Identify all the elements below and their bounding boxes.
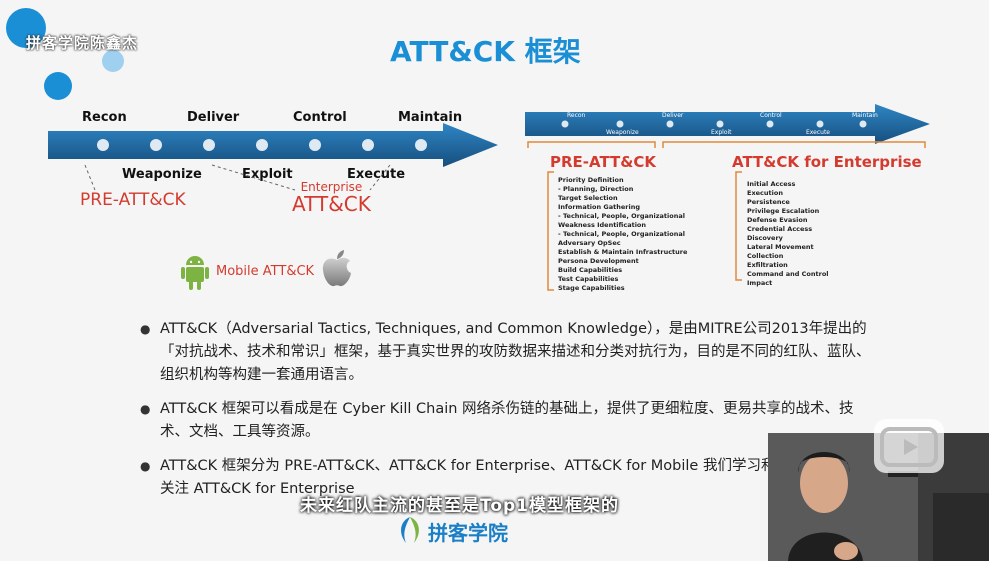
small-label-deliver: Deliver	[662, 112, 684, 119]
kill-chain-arrow-small	[525, 104, 930, 144]
list-item: Discovery	[747, 234, 783, 242]
list-item: - Technical, People, Organizational	[558, 230, 685, 238]
small-label-recon: Recon	[567, 112, 586, 119]
list-item: Information Gathering	[558, 203, 640, 211]
play-icon	[880, 427, 938, 467]
list-item: Credential Access	[747, 225, 813, 233]
list-item: Weakness Identification	[558, 221, 647, 229]
list-item: Impact	[747, 279, 773, 287]
decor-bubble-small	[44, 72, 72, 100]
small-label-execute: Execute	[806, 129, 830, 136]
small-label-control: Control	[760, 112, 782, 119]
list-item: Privilege Escalation	[747, 207, 820, 215]
slide: 拼客学院陈鑫杰 ATT&CK 框架 Recon Deliver Control …	[0, 0, 989, 561]
video-subtitle: 未来红队主流的甚至是Top1模型框架的	[300, 496, 620, 516]
label-recon: Recon	[82, 110, 127, 125]
list-item: Target Selection	[558, 194, 618, 202]
watermark: 拼客学院陈鑫杰	[26, 34, 139, 52]
list-item: - Technical, People, Organizational	[558, 212, 685, 220]
decor-bubble-medium	[102, 50, 124, 72]
list-item: Lateral Movement	[747, 243, 814, 251]
video-platform-logo-icon	[874, 419, 944, 473]
enterprise-list: Initial Access Execution Persistence Pri…	[747, 180, 829, 288]
pre-attack-label: PRE-ATT&CK	[80, 190, 186, 210]
label-maintain: Maintain	[398, 110, 463, 125]
list-item: Exfiltration	[747, 261, 788, 269]
enterprise-attack-label: Enterprise ATT&CK	[292, 180, 371, 214]
list-item: Command and Control	[747, 270, 829, 278]
small-label-exploit: Exploit	[711, 129, 732, 136]
bullet-item: ATT&CK（Adversarial Tactics, Techniques, …	[140, 318, 880, 387]
list-item: Persistence	[747, 198, 790, 206]
brand-name: 拼客学院	[428, 521, 508, 545]
pre-attack-list: Priority Definition - Planning, Directio…	[558, 176, 687, 293]
enterprise-title: ATT&CK for Enterprise	[732, 153, 922, 171]
label-deliver: Deliver	[187, 110, 240, 125]
apple-icon	[322, 250, 351, 287]
list-item: - Planning, Direction	[558, 185, 634, 193]
small-label-maintain: Maintain	[852, 112, 878, 119]
small-label-weaponize: Weaponize	[606, 129, 639, 136]
enterprise-big-text: ATT&CK	[292, 192, 371, 216]
brand-logo-icon	[401, 517, 419, 543]
list-item: Build Capabilities	[558, 266, 623, 274]
list-item: Stage Capabilities	[558, 284, 625, 292]
mobile-attack-label: Mobile ATT&CK	[216, 264, 315, 279]
list-item: Test Capabilities	[558, 275, 619, 283]
list-item: Initial Access	[747, 180, 796, 188]
pre-attack-title: PRE-ATT&CK	[550, 153, 656, 171]
label-control: Control	[293, 110, 347, 125]
list-item: Priority Definition	[558, 176, 624, 184]
list-item: Adversary OpSec	[558, 239, 621, 247]
list-item: Collection	[747, 252, 784, 260]
list-item: Execution	[747, 189, 783, 197]
android-icon	[181, 256, 209, 290]
list-item: Persona Development	[558, 257, 639, 265]
list-item: Establish & Maintain Infrastructure	[558, 248, 688, 256]
page-title: ATT&CK 框架	[390, 35, 581, 68]
list-item: Defense Evasion	[747, 216, 808, 224]
